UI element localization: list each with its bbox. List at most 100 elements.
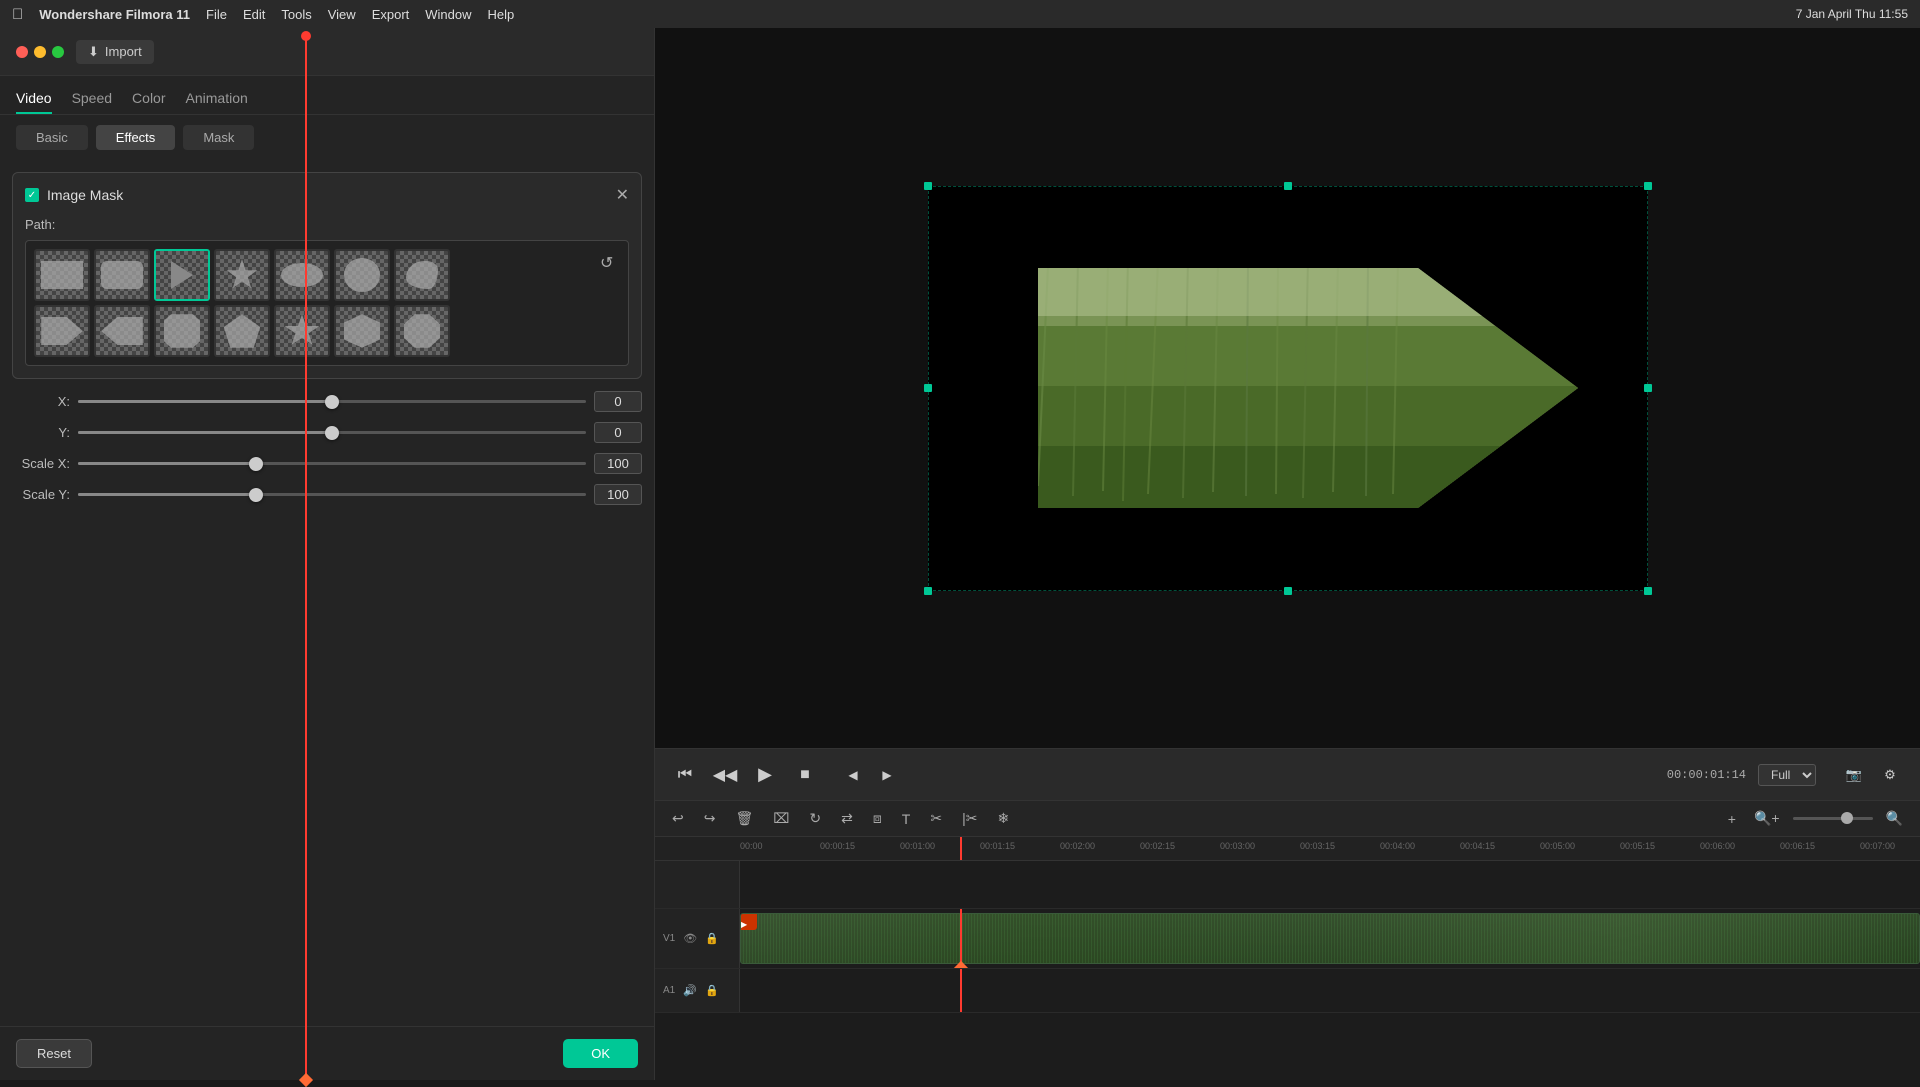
effects-panel: ✓ Image Mask ✕ Path:: [0, 160, 654, 1026]
delete-tool[interactable]: 🗑: [730, 807, 758, 830]
video-track-content[interactable]: ▶: [740, 909, 1920, 968]
redo-tool[interactable]: ↪: [699, 807, 721, 830]
settings-icon[interactable]: ⚙: [1876, 761, 1904, 789]
mask-item-oval[interactable]: [274, 249, 330, 301]
slider-scaley-track[interactable]: [78, 493, 586, 496]
refresh-icon[interactable]: ↺: [600, 249, 620, 357]
window-menu[interactable]: Window: [425, 7, 471, 22]
flip-tool[interactable]: ⇄: [836, 807, 858, 830]
trim-tool[interactable]: ✂: [925, 807, 947, 830]
prev-frame-button[interactable]: ◀: [839, 761, 867, 789]
zoom-in-tool[interactable]: 🔍+: [1749, 807, 1785, 830]
video-clip-1[interactable]: ▶: [740, 913, 1920, 964]
mask-item-arrow[interactable]: [154, 249, 210, 301]
lock-icon[interactable]: 🔒: [705, 932, 719, 945]
apple-menu[interactable]: : [12, 6, 23, 23]
undo-tool[interactable]: ↩: [667, 807, 689, 830]
handle-top-right[interactable]: [1644, 182, 1652, 190]
mask-item-2-2[interactable]: [94, 305, 150, 357]
handle-top-left[interactable]: [924, 182, 932, 190]
rewind-button[interactable]: ◀◀: [711, 761, 739, 789]
close-icon[interactable]: ✕: [616, 185, 629, 205]
mask-item-2-6[interactable]: [334, 305, 390, 357]
mask-item-2-5[interactable]: [274, 305, 330, 357]
mask-item-clover[interactable]: [214, 249, 270, 301]
handle-bottom-mid[interactable]: [1284, 587, 1292, 595]
export-menu[interactable]: Export: [372, 7, 410, 22]
handle-bottom-right[interactable]: [1644, 587, 1652, 595]
maximize-button[interactable]: [52, 46, 64, 58]
preview-svg: [928, 186, 1648, 591]
slider-scalex-track[interactable]: [78, 462, 586, 465]
slider-y-thumb[interactable]: [325, 426, 339, 440]
text-tool[interactable]: T: [897, 808, 916, 830]
mask-item-ellipse[interactable]: [334, 249, 390, 301]
mask-item-2-3[interactable]: [154, 305, 210, 357]
mask-checkbox[interactable]: ✓: [25, 188, 39, 202]
audio-lock-icon[interactable]: 🔒: [705, 984, 719, 997]
handle-top-mid[interactable]: [1284, 182, 1292, 190]
zoom-out-tool[interactable]: 🔍: [1881, 807, 1908, 830]
slider-scalex-thumb[interactable]: [249, 457, 263, 471]
mask-item-rectangle[interactable]: [34, 249, 90, 301]
timeline-tracks: V1 👁 🔒 ▶: [655, 861, 1920, 1080]
ruler-mark-3: 00:01:15: [980, 841, 1015, 851]
mask-item-2-7[interactable]: [394, 305, 450, 357]
slider-scalex-value[interactable]: [594, 453, 642, 474]
crop-tool[interactable]: ⌧: [768, 807, 794, 830]
zoom-slider-thumb[interactable]: [1841, 812, 1853, 824]
slider-x-value[interactable]: [594, 391, 642, 412]
slider-y-value[interactable]: [594, 422, 642, 443]
subtab-effects[interactable]: Effects: [96, 125, 176, 150]
add-track-tool[interactable]: +: [1723, 808, 1741, 830]
edit-menu[interactable]: Edit: [243, 7, 265, 22]
mask-item-rounded-rect[interactable]: [94, 249, 150, 301]
timeline-right-tools: + 🔍+ 🔍: [1723, 807, 1908, 830]
slider-x-thumb[interactable]: [325, 395, 339, 409]
transform-tool[interactable]: ⧈: [868, 807, 887, 830]
slider-x-track[interactable]: [78, 400, 586, 403]
eye-icon[interactable]: 👁: [683, 932, 697, 945]
handle-mid-right[interactable]: [1644, 384, 1652, 392]
tab-video[interactable]: Video: [16, 84, 52, 114]
timeline: ↩ ↪ 🗑 ⌧ ↻ ⇄ ⧈ T ✂ |✂ ❄ + 🔍+ 🔍: [655, 800, 1920, 1080]
slider-scaley-thumb[interactable]: [249, 488, 263, 502]
rotate-tool[interactable]: ↻: [804, 807, 826, 830]
tab-animation[interactable]: Animation: [186, 84, 248, 114]
handle-mid-left[interactable]: [924, 384, 932, 392]
tab-speed[interactable]: Speed: [72, 84, 112, 114]
file-menu[interactable]: File: [206, 7, 227, 22]
stop-button[interactable]: ■: [791, 761, 819, 789]
play-button[interactable]: ▶: [751, 761, 779, 789]
preview-icons: 📷 ⚙: [1840, 761, 1904, 789]
zoom-slider[interactable]: [1793, 817, 1873, 820]
tools-menu[interactable]: Tools: [281, 7, 311, 22]
import-button[interactable]: ⬇ Import: [76, 40, 154, 64]
reset-button[interactable]: Reset: [16, 1039, 92, 1068]
next-frame-button[interactable]: ▶: [873, 761, 901, 789]
tab-color[interactable]: Color: [132, 84, 165, 114]
handle-bottom-left[interactable]: [924, 587, 932, 595]
mask-item-2-4[interactable]: [214, 305, 270, 357]
subtab-mask[interactable]: Mask: [183, 125, 254, 150]
slider-scaley-value[interactable]: [594, 484, 642, 505]
minimize-button[interactable]: [34, 46, 46, 58]
audio-track-content[interactable]: [740, 969, 1920, 1012]
subtab-basic[interactable]: Basic: [16, 125, 88, 150]
volume-icon[interactable]: 🔊: [683, 984, 697, 997]
app-name[interactable]: Wondershare Filmora 11: [39, 7, 190, 22]
split-tool[interactable]: |✂: [957, 807, 982, 830]
ruler-mark-0: 00:00: [740, 841, 763, 851]
view-menu[interactable]: View: [328, 7, 356, 22]
help-menu[interactable]: Help: [488, 7, 515, 22]
step-back-button[interactable]: ⏮: [671, 761, 699, 789]
screenshot-icon[interactable]: 📷: [1840, 761, 1868, 789]
mask-item-2-1[interactable]: [34, 305, 90, 357]
slider-y-track[interactable]: [78, 431, 586, 434]
rewind-icon: ◀◀: [713, 765, 738, 785]
zoom-select[interactable]: Full: [1758, 764, 1816, 786]
freeze-tool[interactable]: ❄: [992, 807, 1014, 830]
close-button[interactable]: [16, 46, 28, 58]
mask-item-blob[interactable]: [394, 249, 450, 301]
ok-button[interactable]: OK: [563, 1039, 638, 1068]
